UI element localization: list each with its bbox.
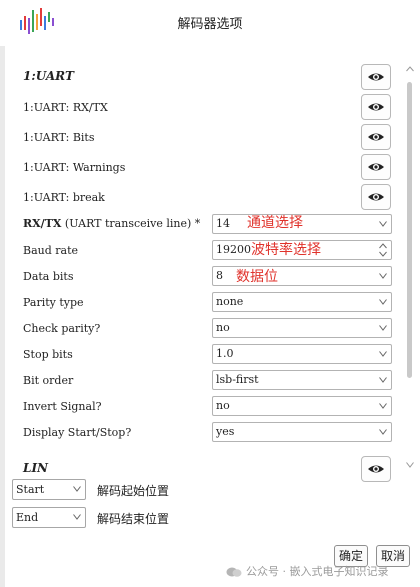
eye-icon bbox=[368, 465, 384, 473]
callout-channel-select: 通道选择 bbox=[247, 215, 303, 231]
decode-end-value: End bbox=[16, 511, 39, 524]
option-label-parity-type: Parity type bbox=[23, 296, 84, 309]
annotation-visibility-button[interactable] bbox=[361, 184, 391, 210]
baud-rate-value: 19200 bbox=[216, 243, 251, 256]
option-label-data-bits: Data bits bbox=[23, 270, 74, 283]
chevron-down-icon bbox=[379, 299, 387, 305]
scroll-up-icon[interactable] bbox=[406, 66, 414, 72]
eye-icon bbox=[368, 133, 384, 141]
invert-signal-value: no bbox=[216, 399, 230, 412]
stop-bits-dropdown[interactable]: 1.0 bbox=[212, 344, 392, 364]
annotation-visibility-button[interactable] bbox=[361, 124, 391, 150]
data-bits-value: 8 bbox=[216, 269, 223, 282]
show-section-uart-button[interactable] bbox=[361, 64, 391, 90]
chevron-down-icon bbox=[379, 403, 387, 409]
parity-type-value: none bbox=[216, 295, 244, 308]
chevron-down-icon bbox=[379, 377, 387, 383]
annotation-row-label: 1:UART: Warnings bbox=[23, 161, 126, 174]
display-start-stop-value: yes bbox=[216, 425, 235, 438]
annotation-row-label: 1:UART: Bits bbox=[23, 131, 95, 144]
decode-start-select[interactable]: Start bbox=[12, 479, 86, 500]
rx-tx-channel-value: 14 bbox=[216, 217, 230, 230]
callout-baud-rate-select: 波特率选择 bbox=[251, 242, 321, 258]
option-label-stop-bits: Stop bits bbox=[23, 348, 73, 361]
chevron-down-icon bbox=[379, 429, 387, 435]
option-label-rx-tx-bold: RX/TX bbox=[23, 217, 62, 230]
scrollbar-thumb[interactable] bbox=[407, 82, 412, 378]
scroll-down-icon[interactable] bbox=[406, 462, 414, 468]
option-label-rx-tx-rest: (UART transceive line) * bbox=[61, 217, 201, 230]
decode-start-value: Start bbox=[16, 483, 45, 496]
invert-signal-dropdown[interactable]: no bbox=[212, 396, 392, 416]
chevron-down-icon bbox=[73, 486, 81, 492]
eye-icon bbox=[368, 73, 384, 81]
option-label-baud-rate: Baud rate bbox=[23, 244, 79, 257]
annotation-row-label: 1:UART: RX/TX bbox=[23, 101, 108, 114]
title-bar: 解码器选项 bbox=[0, 0, 420, 46]
annotation-visibility-button[interactable] bbox=[361, 94, 391, 120]
eye-icon bbox=[368, 103, 384, 111]
decode-end-select[interactable]: End bbox=[12, 507, 86, 528]
callout-data-bits: 数据位 bbox=[236, 269, 278, 285]
section-header-lin: LIN bbox=[23, 461, 49, 475]
option-label-rx-tx: RX/TX (UART transceive line) * bbox=[23, 217, 200, 230]
show-section-lin-button[interactable] bbox=[361, 456, 391, 482]
check-parity-value: no bbox=[216, 321, 230, 334]
annotation-visibility-button[interactable] bbox=[361, 154, 391, 180]
section-header-uart: 1:UART bbox=[23, 69, 74, 83]
watermark-text: 公众号 · 嵌入式电子知识记录 bbox=[246, 565, 389, 578]
bit-order-dropdown[interactable]: lsb-first bbox=[212, 370, 392, 390]
chevron-down-icon bbox=[379, 351, 387, 357]
decode-start-label: 解码起始位置 bbox=[97, 484, 170, 498]
option-label-display-start-stop: Display Start/Stop? bbox=[23, 426, 132, 439]
annotation-row-label: 1:UART: break bbox=[23, 191, 105, 204]
chevron-down-icon bbox=[73, 514, 81, 520]
stop-bits-value: 1.0 bbox=[216, 347, 234, 360]
chevron-down-icon bbox=[379, 273, 387, 279]
chevron-down-icon bbox=[379, 325, 387, 331]
option-label-check-parity: Check parity? bbox=[23, 322, 101, 335]
check-parity-dropdown[interactable]: no bbox=[212, 318, 392, 338]
spin-arrows-icon[interactable] bbox=[379, 243, 387, 257]
option-label-invert-signal: Invert Signal? bbox=[23, 400, 102, 413]
decode-end-label: 解码结束位置 bbox=[97, 512, 170, 526]
chevron-down-icon bbox=[379, 221, 387, 227]
eye-icon bbox=[368, 163, 384, 171]
window-title: 解码器选项 bbox=[177, 17, 243, 32]
display-start-stop-dropdown[interactable]: yes bbox=[212, 422, 392, 442]
eye-icon bbox=[368, 193, 384, 201]
wechat-logo-icon bbox=[226, 563, 242, 577]
bit-order-value: lsb-first bbox=[216, 373, 259, 386]
parity-type-dropdown[interactable]: none bbox=[212, 292, 392, 312]
option-label-bit-order: Bit order bbox=[23, 374, 74, 387]
